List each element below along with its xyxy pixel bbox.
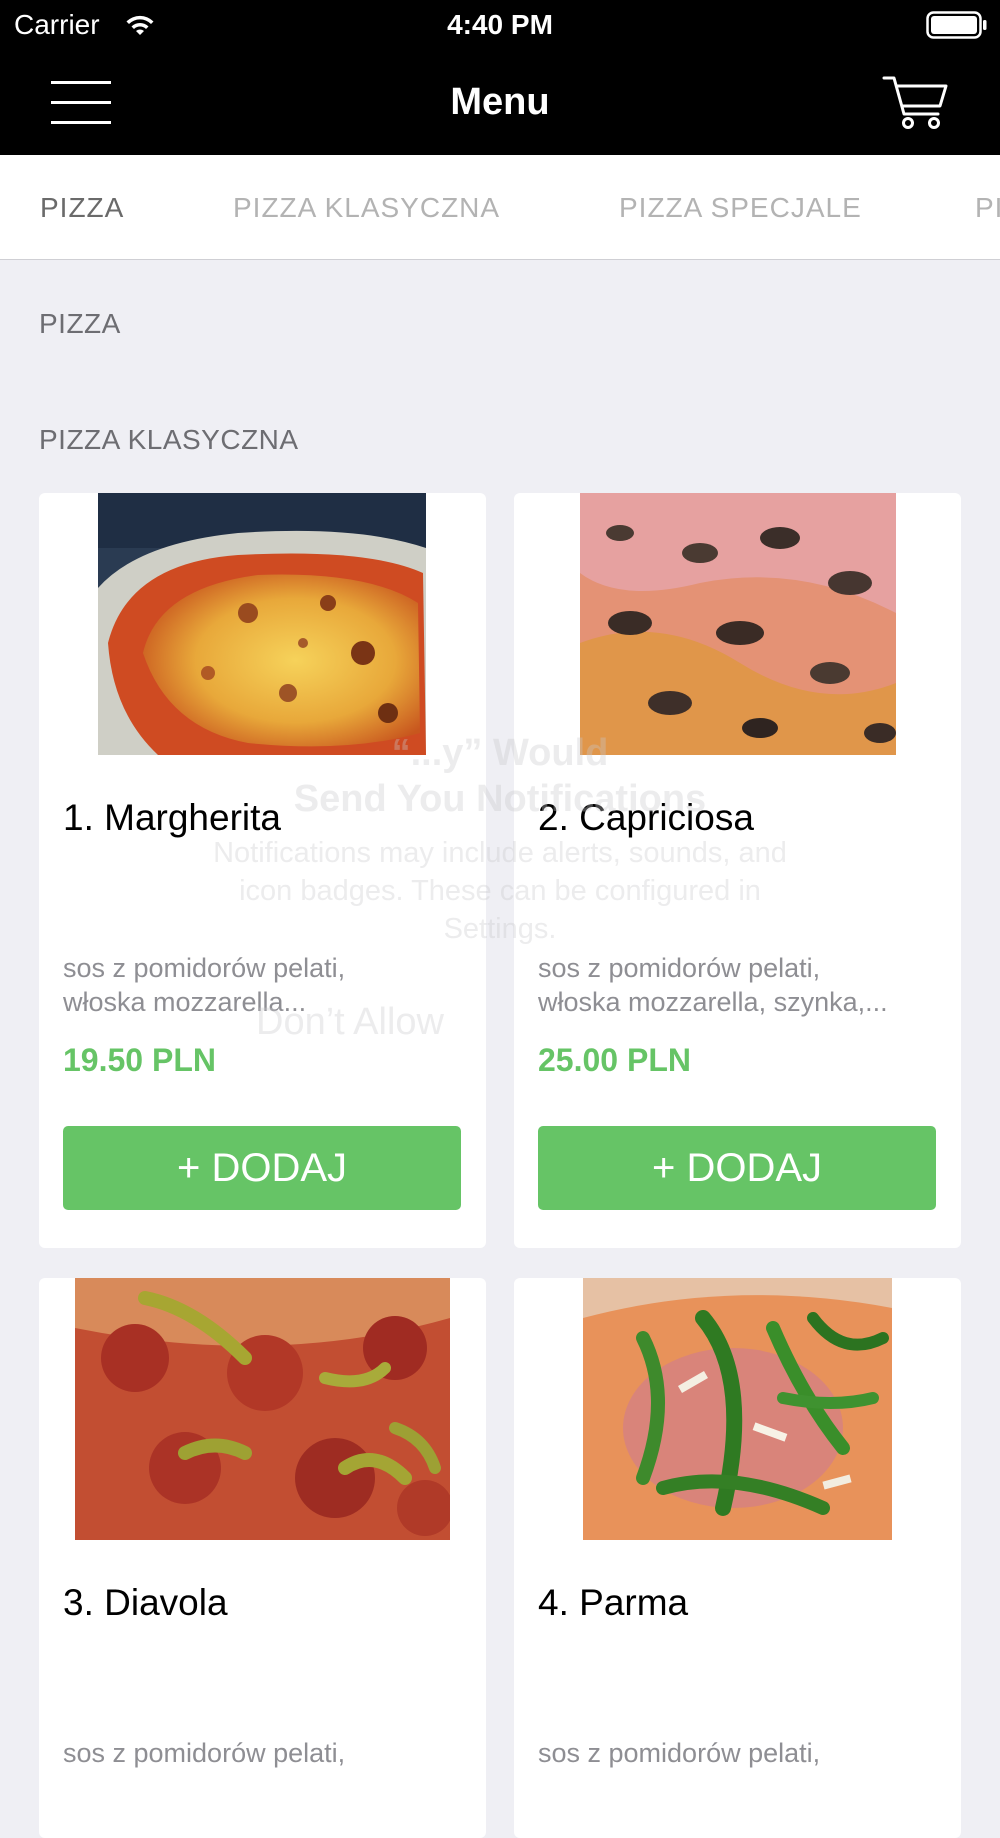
product-card[interactable]: 1. Margherita sos z pomidorów pelati, wł… <box>39 493 486 1248</box>
product-price: 19.50 PLN <box>63 1042 216 1078</box>
tab-pizza-specjale[interactable]: PIZZA SPECJALE <box>619 191 862 225</box>
product-name: 4. Parma <box>538 1582 689 1623</box>
product-name: 1. Margherita <box>63 797 281 838</box>
product-name: 2. Capriciosa <box>538 797 754 838</box>
product-description-line: włoska mozzarella, szynka,... <box>538 987 888 1017</box>
product-card[interactable]: 4. Parma sos z pomidorów pelati, <box>514 1278 961 1838</box>
product-description: sos z pomidorów pelati, włoska mozzarell… <box>63 951 473 1019</box>
product-description: sos z pomidorów pelati, <box>538 1736 948 1770</box>
product-image <box>583 1278 892 1540</box>
product-image <box>75 1278 450 1540</box>
product-description-line: sos z pomidorów pelati, <box>538 953 821 983</box>
add-to-cart-button[interactable]: + DODAJ <box>538 1126 936 1210</box>
product-card[interactable]: 2. Capriciosa sos z pomidorów pelati, wł… <box>514 493 961 1248</box>
clock: 4:40 PM <box>447 9 553 40</box>
battery-full-icon <box>926 11 987 39</box>
product-description-line: włoska mozzarella... <box>63 987 307 1017</box>
product-description-line: sos z pomidorów pelati, <box>63 1738 346 1768</box>
product-image <box>580 493 896 755</box>
product-description: sos z pomidorów pelati, <box>63 1736 473 1770</box>
shopping-cart-icon[interactable] <box>880 70 950 132</box>
page-title: Menu <box>450 81 550 123</box>
tab-pizza[interactable]: PIZZA <box>40 191 124 225</box>
product-card[interactable]: 3. Diavola sos z pomidorów pelati, <box>39 1278 486 1838</box>
product-description-line: sos z pomidorów pelati, <box>63 953 346 983</box>
product-description-line: sos z pomidorów pelati, <box>538 1738 821 1768</box>
tab-pizza-klasyczna[interactable]: PIZZA KLASYCZNA <box>233 191 500 225</box>
product-description: sos z pomidorów pelati, włoska mozzarell… <box>538 951 948 1019</box>
status-bar: Carrier 4:40 PM <box>0 0 1000 50</box>
tab-next-category[interactable]: PI <box>975 191 1000 225</box>
section-header-pizza-klasyczna: PIZZA KLASYCZNA <box>39 424 299 455</box>
product-price: 25.00 PLN <box>538 1042 691 1078</box>
product-name: 3. Diavola <box>63 1582 228 1623</box>
add-to-cart-button[interactable]: + DODAJ <box>63 1126 461 1210</box>
section-header-pizza: PIZZA <box>39 308 121 339</box>
nav-bar: Menu <box>0 50 1000 155</box>
category-tab-bar: PIZZA PIZZA KLASYCZNA PIZZA SPECJALE PI <box>0 155 1000 260</box>
product-image <box>98 493 426 755</box>
